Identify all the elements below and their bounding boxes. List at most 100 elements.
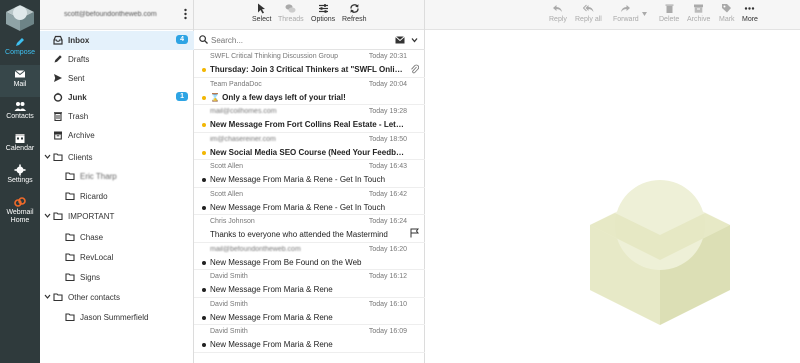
paperclip-icon <box>411 64 419 74</box>
folder-drafts[interactable]: Drafts <box>40 50 194 69</box>
cursor-icon <box>258 3 266 14</box>
message-date: Today 19:28 <box>368 108 407 115</box>
folder-eric-tharp[interactable]: Eric Tharp <box>40 167 194 186</box>
message-row[interactable]: Scott Allen Today 16:42 New Message From M… <box>194 188 425 215</box>
reply-button[interactable]: Reply <box>549 3 567 23</box>
message-date: Today 16:12 <box>368 273 407 280</box>
nav-compose[interactable]: Compose <box>0 33 40 65</box>
message-sender: David Smith <box>210 300 248 308</box>
folder-signs[interactable]: Signs <box>40 268 194 287</box>
calendar-icon <box>15 134 25 143</box>
message-row[interactable]: im@chasereiner.com Today 18:50 New Social … <box>194 133 425 160</box>
archive-button[interactable]: Archive <box>687 3 710 23</box>
message-row[interactable]: David Smith Today 16:09 New Message From M… <box>194 325 425 353</box>
chevron-down-icon[interactable] <box>44 153 51 160</box>
nav-settings-label: Settings <box>7 177 33 184</box>
more-button[interactable]: More <box>742 3 758 23</box>
message-row[interactable]: Chris Johnson Today 16:24 Thanks to everyo… <box>194 215 425 243</box>
folder-ricardo[interactable]: Ricardo <box>40 187 194 206</box>
flag-icon[interactable] <box>410 228 419 238</box>
folder-sent[interactable]: Sent <box>40 69 194 88</box>
status-dot-icon[interactable] <box>202 288 206 292</box>
options-button[interactable]: Options <box>311 3 335 23</box>
forward-label: Forward <box>613 16 639 23</box>
status-dot-icon[interactable] <box>202 343 206 347</box>
nav-contacts[interactable]: Contacts <box>0 97 40 129</box>
message-sender: Team PandaDoc <box>210 80 262 88</box>
unread-dot-icon[interactable] <box>202 68 206 72</box>
message-subject: New Message From Maria & Rene - Get In T… <box>210 202 386 212</box>
threads-button[interactable]: Threads <box>278 3 304 23</box>
status-dot-icon[interactable] <box>202 205 206 210</box>
folder-icon <box>65 192 75 201</box>
message-sender: Scott Allen <box>210 163 244 170</box>
mark-button[interactable]: Mark <box>719 3 735 23</box>
unread-dot-icon[interactable] <box>202 95 206 100</box>
folder-important-label: IMPORTANT <box>68 212 115 221</box>
reply-all-button[interactable]: Reply all <box>575 3 602 23</box>
status-dot-icon[interactable] <box>202 315 206 320</box>
folder-clients[interactable]: Clients <box>40 148 194 167</box>
chevron-down-icon[interactable] <box>44 293 51 300</box>
forward-button[interactable]: Forward <box>613 3 639 23</box>
folder-clients-label: Clients <box>68 153 93 162</box>
folder-ricardo-label: Ricardo <box>80 192 108 201</box>
unread-dot-icon[interactable] <box>202 150 206 155</box>
folder-revlocal[interactable]: RevLocal <box>40 248 194 267</box>
folder-icon <box>65 233 75 242</box>
folder-jason-summerfield[interactable]: Jason Summerfield <box>40 308 194 327</box>
message-row[interactable]: Team PandaDoc Today 20:04 ⌛ Only a few day… <box>194 78 425 105</box>
status-dot-icon[interactable] <box>202 260 206 265</box>
trash-icon <box>54 112 62 121</box>
chevron-down-icon[interactable] <box>411 37 418 43</box>
roundcube-logo[interactable] <box>3 2 37 32</box>
message-row[interactable]: SWFL Critical Thinking Discussion Group T… <box>194 50 425 78</box>
message-subject: New Message From Maria & Rene <box>210 340 333 349</box>
message-row[interactable]: Scott Allen Today 16:43 New Message From M… <box>194 160 425 188</box>
unread-dot-icon[interactable] <box>202 123 206 127</box>
message-subject: Thanks to everyone who attended the Mast… <box>210 230 388 239</box>
search-bar <box>194 30 425 50</box>
nav-settings[interactable]: Settings <box>0 161 40 193</box>
message-subject: New Message From Maria & Rene - Get In T… <box>210 175 386 184</box>
folder-inbox-label: Inbox <box>68 36 90 45</box>
folder-chase[interactable]: Chase <box>40 228 194 247</box>
folder-trash[interactable]: Trash <box>40 107 194 126</box>
message-toolbar: Reply Reply all Forward Delete Archive M… <box>425 0 800 30</box>
envelope-icon[interactable] <box>395 36 405 44</box>
reply-all-icon <box>582 4 594 12</box>
folder-jason-summerfield-label: Jason Summerfield <box>80 313 149 322</box>
message-row[interactable]: David Smith Today 16:10 New Message From M… <box>194 298 425 325</box>
search-input[interactable] <box>211 34 381 46</box>
status-dot-icon[interactable] <box>202 178 206 182</box>
folder-important[interactable]: IMPORTANT <box>40 207 194 226</box>
select-button[interactable]: Select <box>252 3 271 23</box>
delete-button[interactable]: Delete <box>659 3 679 23</box>
forward-icon <box>621 5 631 12</box>
message-row[interactable]: mail@befoundontheweb.com Today 16:20 New M… <box>194 243 425 270</box>
folder-other-contacts[interactable]: Other contacts <box>40 288 194 307</box>
more-label: More <box>742 16 758 23</box>
nav-mail[interactable]: Mail <box>0 65 40 97</box>
sliders-icon <box>318 4 328 13</box>
kebab-menu-icon[interactable] <box>184 8 187 20</box>
nav-calendar[interactable]: Calendar <box>0 129 40 161</box>
chevron-down-icon[interactable] <box>642 12 647 16</box>
chevron-down-icon[interactable] <box>44 212 51 219</box>
empty-mailbox-illustration <box>590 180 730 325</box>
nav-webmail-home[interactable]: Webmail Home <box>0 193 40 229</box>
message-row[interactable]: mail@coilhomes.com Today 19:28 New Message… <box>194 105 425 133</box>
message-sender: mail@befoundontheweb.com <box>210 245 301 253</box>
tag-icon <box>722 4 732 13</box>
message-sender: im@chasereiner.com <box>210 135 276 143</box>
message-subject: New Message From Maria & Rene <box>210 285 333 294</box>
folder-icon <box>53 212 63 221</box>
folder-junk[interactable]: Junk 1 <box>40 88 194 107</box>
mail-icon <box>14 70 26 78</box>
folder-archive[interactable]: Archive <box>40 126 194 145</box>
refresh-button[interactable]: Refresh <box>342 3 367 23</box>
folder-inbox[interactable]: Inbox 4 <box>40 31 194 50</box>
junk-unread-badge: 1 <box>176 92 188 101</box>
message-sender: David Smith <box>210 328 248 335</box>
message-row[interactable]: David Smith Today 16:12 New Message From M… <box>194 270 425 298</box>
